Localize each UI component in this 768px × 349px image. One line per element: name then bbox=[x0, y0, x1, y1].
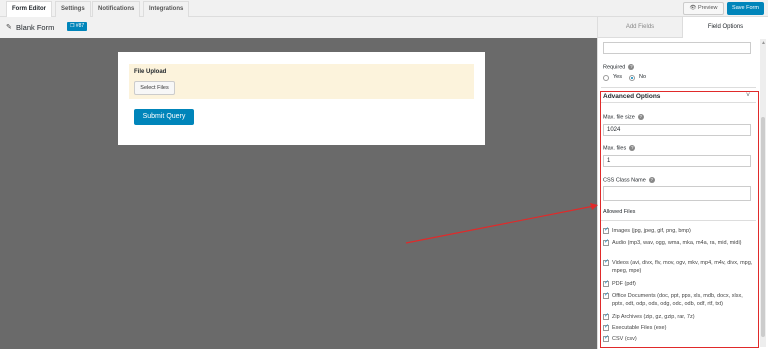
annotation-arrow bbox=[405, 203, 598, 244]
arrow-head-icon bbox=[590, 203, 598, 210]
arrow-line bbox=[405, 205, 595, 244]
